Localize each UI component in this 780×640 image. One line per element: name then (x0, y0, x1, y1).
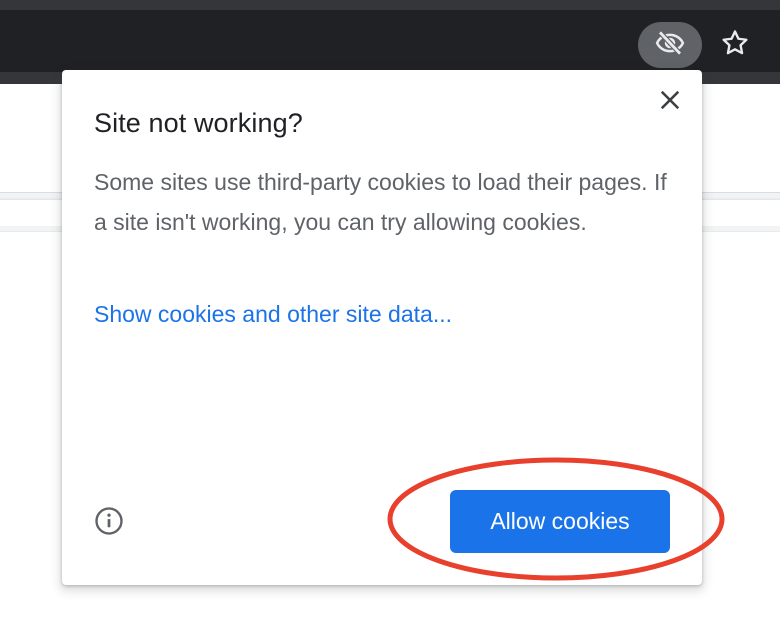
bookmark-button[interactable] (712, 22, 758, 68)
info-icon (94, 506, 124, 541)
close-button[interactable] (652, 84, 688, 120)
dialog-description: Some sites use third-party cookies to lo… (94, 169, 667, 235)
browser-frame (0, 0, 780, 10)
star-icon (720, 28, 750, 63)
site-not-working-dialog: Site not working? Some sites use third-p… (62, 70, 702, 585)
close-icon (659, 89, 681, 116)
third-party-cookies-blocked-button[interactable] (638, 22, 702, 68)
screenshot-stage: Site not working? Some sites use third-p… (0, 0, 780, 640)
info-button[interactable] (92, 506, 126, 540)
allow-cookies-button[interactable]: Allow cookies (450, 490, 670, 553)
show-cookies-link[interactable]: Show cookies and other site data... (94, 301, 452, 328)
eye-slash-icon (655, 28, 685, 63)
dialog-title: Site not working? (94, 108, 303, 138)
